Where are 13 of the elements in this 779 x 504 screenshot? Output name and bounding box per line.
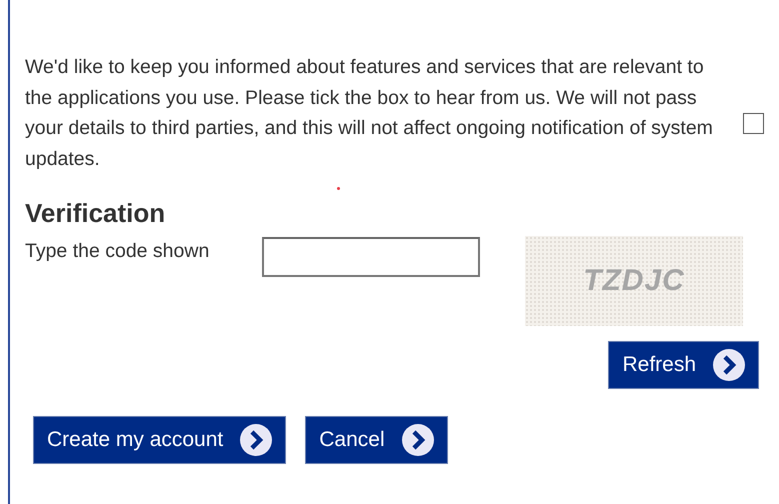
stray-dot bbox=[337, 187, 340, 190]
section-heading: Verification bbox=[25, 197, 166, 230]
chevron-icon bbox=[400, 423, 435, 457]
consent-text: We'd like to keep you informed about features and services that are relevant to the applications you use. Please tick the box to hear from us. We will not pass your details to third parties, and this will not affect ongoing notification of system updates. bbox=[25, 55, 714, 172]
refresh-button[interactable]: Refresh bbox=[608, 341, 759, 389]
consent-checkbox[interactable] bbox=[743, 112, 764, 134]
cancel-button[interactable]: Cancel bbox=[305, 416, 448, 464]
chevron-icon bbox=[712, 348, 746, 382]
create-account-button[interactable]: Create my account bbox=[33, 416, 286, 464]
captcha-code: TZDJC bbox=[583, 264, 685, 298]
code-input-field[interactable] bbox=[262, 237, 480, 277]
code-label: Type the code shown bbox=[25, 239, 210, 263]
chevron-icon bbox=[239, 423, 274, 457]
